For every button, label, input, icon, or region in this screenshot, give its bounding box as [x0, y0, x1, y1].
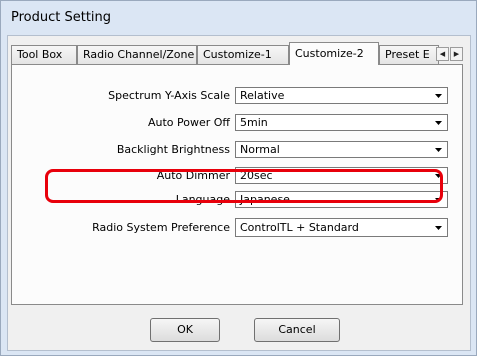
backlight-brightness-value: Normal: [240, 143, 280, 156]
cancel-button[interactable]: Cancel: [254, 318, 340, 342]
setting-label-backlight-brightness: Backlight Brightness: [116, 143, 230, 156]
spectrum-y-axis-scale-value: Relative: [240, 89, 285, 102]
tab-strip: Tool Box Radio Channel/Zone Customize-1 …: [11, 42, 467, 65]
tab-customize-1[interactable]: Customize-1: [197, 45, 289, 64]
chevron-down-icon: [435, 94, 442, 98]
backlight-brightness-select[interactable]: Normal: [235, 141, 448, 158]
chevron-down-icon: [435, 148, 442, 152]
title-bar[interactable]: Product Setting: [1, 1, 476, 35]
tab-preset[interactable]: Preset E: [379, 45, 439, 64]
ok-button[interactable]: OK: [150, 318, 220, 342]
tab-scroll-right-icon[interactable]: ▶: [450, 47, 463, 61]
radio-system-preference-value: ControlTL + Standard: [240, 221, 359, 234]
tab-radio-channel-zone[interactable]: Radio Channel/Zone: [77, 45, 197, 64]
window-title: Product Setting: [11, 10, 112, 25]
radio-system-preference-select[interactable]: ControlTL + Standard: [235, 218, 448, 237]
chevron-down-icon: [435, 121, 442, 125]
product-setting-dialog: Product Setting Tool Box Radio Channel/Z…: [0, 0, 477, 356]
tab-scroll-left-icon[interactable]: ◀: [436, 47, 449, 61]
setting-label-spectrum-y-axis-scale: Spectrum Y-Axis Scale: [108, 89, 230, 102]
setting-label-radio-system-preference: Radio System Preference: [92, 221, 230, 234]
spectrum-y-axis-scale-select[interactable]: Relative: [235, 87, 448, 104]
setting-label-auto-power-off: Auto Power Off: [147, 116, 230, 129]
highlight-annotation-box: [45, 169, 443, 203]
tab-tool-box[interactable]: Tool Box: [11, 45, 77, 64]
auto-power-off-value: 5min: [240, 116, 268, 129]
tab-customize-2[interactable]: Customize-2: [289, 42, 379, 65]
chevron-down-icon: [435, 226, 442, 230]
auto-power-off-select[interactable]: 5min: [235, 114, 448, 131]
